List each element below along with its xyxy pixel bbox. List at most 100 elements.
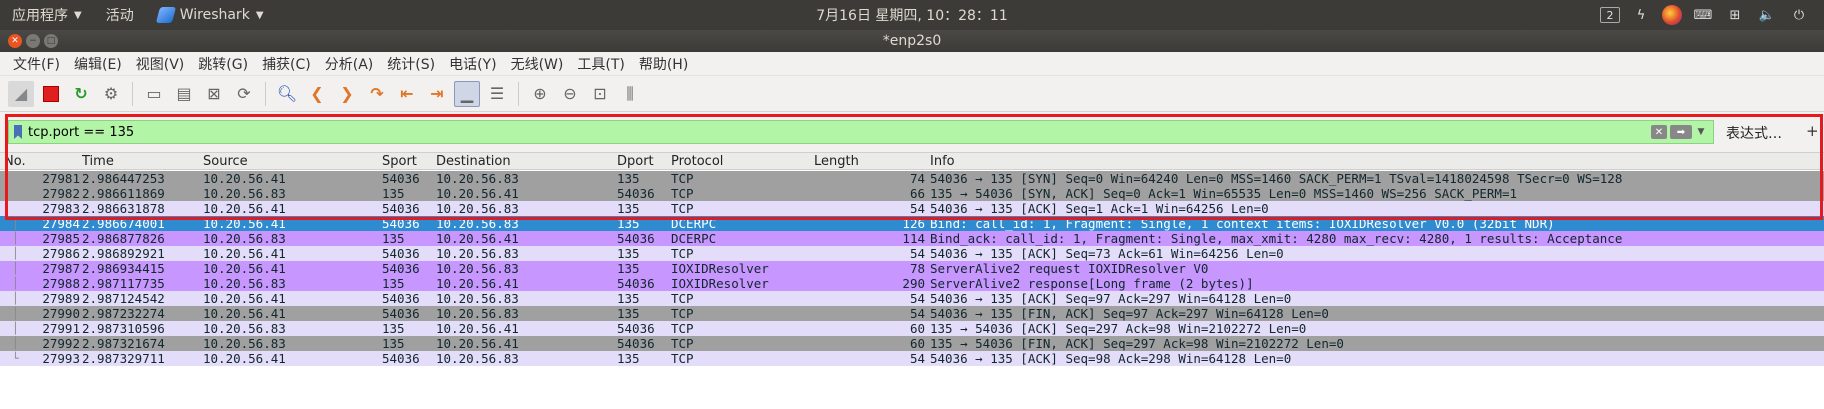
app-menu[interactable]: Wireshark ▼ bbox=[146, 0, 276, 30]
menu-view[interactable]: 视图(V) bbox=[129, 54, 192, 74]
packet-dport: 135 bbox=[617, 306, 640, 321]
go-to-packet-button[interactable]: ↷ bbox=[364, 81, 390, 107]
colorize-button[interactable]: ☰ bbox=[484, 81, 510, 107]
activities-button[interactable]: 活动 bbox=[94, 0, 146, 30]
table-row[interactable]: │ 27990 2.987232274 10.20.56.41 54036 10.20.5… bbox=[0, 306, 1824, 321]
menu-help[interactable]: 帮助(H) bbox=[632, 54, 695, 74]
packet-sport: 54036 bbox=[382, 201, 420, 216]
keyboard-icon[interactable]: ⌨ bbox=[1692, 6, 1714, 24]
menu-bar: 文件(F) 编辑(E) 视图(V) 跳转(G) 捕获(C) 分析(A) 统计(S… bbox=[0, 52, 1824, 76]
menu-edit[interactable]: 编辑(E) bbox=[67, 54, 129, 74]
table-row[interactable]: │ 27988 2.987117735 10.20.56.83 135 10.20.56.… bbox=[0, 276, 1824, 291]
table-row[interactable]: 27983 2.986631878 10.20.56.41 54036 10.20.56… bbox=[0, 201, 1824, 216]
find-packet-button[interactable]: 🔍︎ bbox=[274, 81, 300, 107]
resize-columns-button[interactable]: ⫼ bbox=[617, 81, 643, 107]
menu-statistics[interactable]: 统计(S) bbox=[380, 54, 442, 74]
column-header-protocol[interactable]: Protocol bbox=[671, 154, 723, 169]
packet-sport: 135 bbox=[382, 276, 405, 291]
clear-filter-icon[interactable]: ✕ bbox=[1651, 125, 1667, 139]
applications-menu[interactable]: 应用程序 ▼ bbox=[0, 0, 94, 30]
table-row[interactable]: 27981 2.986447253 10.20.56.41 54036 10.20.56… bbox=[0, 171, 1824, 186]
indicator-icon[interactable]: ϟ bbox=[1630, 6, 1652, 24]
packet-destination: 10.20.56.83 bbox=[436, 306, 519, 321]
restart-capture-button[interactable]: ↻ bbox=[68, 81, 94, 107]
toolbar-separator bbox=[518, 81, 519, 106]
stop-capture-button[interactable] bbox=[38, 81, 64, 107]
packet-length: 54 bbox=[909, 201, 925, 216]
display-filter-text[interactable]: tcp.port == 135 bbox=[28, 125, 1651, 140]
packet-info: Bind: call_id: 1, Fragment: Single, 1 co… bbox=[930, 216, 1555, 231]
reload-file-button[interactable]: ⟳ bbox=[231, 81, 257, 107]
packet-protocol: TCP bbox=[671, 186, 694, 201]
packet-protocol: IOXIDResolver bbox=[671, 276, 769, 291]
packet-number: 27993 bbox=[42, 351, 80, 366]
packet-source: 10.20.56.83 bbox=[203, 186, 286, 201]
table-row[interactable]: │ 27989 2.987124542 10.20.56.41 54036 10.20.5… bbox=[0, 291, 1824, 306]
apply-filter-icon[interactable]: ➡ bbox=[1670, 125, 1692, 139]
packet-length: 74 bbox=[909, 171, 925, 186]
column-header-destination[interactable]: Destination bbox=[436, 154, 511, 169]
go-last-button[interactable]: ⇥ bbox=[424, 81, 450, 107]
toolbar-separator bbox=[132, 81, 133, 106]
chevron-down-icon[interactable]: ▼ bbox=[1695, 125, 1707, 139]
packet-dport: 135 bbox=[617, 201, 640, 216]
column-header-dport[interactable]: Dport bbox=[617, 154, 654, 169]
packet-info: ServerAlive2 response[Long frame (2 byte… bbox=[930, 276, 1254, 291]
column-header-no[interactable]: No. bbox=[4, 154, 26, 169]
volume-icon[interactable]: 🔈 bbox=[1756, 6, 1778, 24]
column-header-info[interactable]: Info bbox=[930, 154, 955, 169]
packet-list[interactable]: No. Time Source Sport Destination Dport … bbox=[0, 152, 1824, 409]
display-filter-input[interactable]: tcp.port == 135 ✕ ➡ ▼ bbox=[8, 120, 1714, 144]
packet-length: 54 bbox=[909, 291, 925, 306]
save-file-button[interactable]: ▤ bbox=[171, 81, 197, 107]
column-header-time[interactable]: Time bbox=[82, 154, 114, 169]
power-icon[interactable]: ⏻ bbox=[1788, 6, 1810, 24]
table-row[interactable]: │ 27984 2.986674001 10.20.56.41 54036 10.20.5… bbox=[0, 216, 1824, 231]
menu-analyze[interactable]: 分析(A) bbox=[318, 54, 381, 74]
menu-wireless[interactable]: 无线(W) bbox=[504, 54, 571, 74]
close-file-button[interactable]: ⊠ bbox=[201, 81, 227, 107]
table-row[interactable]: └ 27993 2.987329711 10.20.56.41 54036 10.20.5… bbox=[0, 351, 1824, 366]
packet-time: 2.987232274 bbox=[82, 306, 165, 321]
column-header-length[interactable]: Length bbox=[814, 154, 859, 169]
table-row[interactable]: │ 27991 2.987310596 10.20.56.83 135 10.20.56.… bbox=[0, 321, 1824, 336]
start-capture-fin-icon[interactable]: ◢ bbox=[8, 80, 34, 107]
menu-go[interactable]: 跳转(G) bbox=[191, 54, 255, 74]
menu-telephony[interactable]: 电话(Y) bbox=[442, 54, 503, 74]
go-previous-button[interactable]: ❮ bbox=[304, 81, 330, 107]
go-next-button[interactable]: ❯ bbox=[334, 81, 360, 107]
network-icon[interactable]: ⊞ bbox=[1724, 6, 1746, 24]
table-row[interactable]: │ 27987 2.986934415 10.20.56.41 54036 10.20.5… bbox=[0, 261, 1824, 276]
packet-dport: 54036 bbox=[617, 321, 655, 336]
packet-source: 10.20.56.41 bbox=[203, 246, 286, 261]
zoom-out-button[interactable]: ⊖ bbox=[557, 81, 583, 107]
firefox-icon[interactable] bbox=[1662, 5, 1682, 25]
go-first-button[interactable]: ⇤ bbox=[394, 81, 420, 107]
menu-file[interactable]: 文件(F) bbox=[6, 54, 67, 74]
table-row[interactable]: 27982 2.986611869 10.20.56.83 135 10.20.56.4… bbox=[0, 186, 1824, 201]
packet-source: 10.20.56.83 bbox=[203, 231, 286, 246]
column-header-sport[interactable]: Sport bbox=[382, 154, 417, 169]
packet-number: 27983 bbox=[42, 201, 80, 216]
column-header-source[interactable]: Source bbox=[203, 154, 248, 169]
packet-protocol: TCP bbox=[671, 306, 694, 321]
add-filter-button[interactable]: + bbox=[1806, 122, 1819, 140]
open-file-button[interactable]: ▭ bbox=[141, 81, 167, 107]
packet-protocol: DCERPC bbox=[671, 231, 717, 246]
capture-options-button[interactable]: ⚙ bbox=[98, 81, 124, 107]
zoom-normal-button[interactable]: ⊡ bbox=[587, 81, 613, 107]
packet-number: 27985 bbox=[42, 231, 80, 246]
auto-scroll-button[interactable]: ▁ bbox=[454, 80, 480, 107]
packet-sport: 135 bbox=[382, 336, 405, 351]
workspace-indicator[interactable]: 2 bbox=[1600, 7, 1620, 23]
zoom-in-button[interactable]: ⊕ bbox=[527, 81, 553, 107]
table-row[interactable]: │ 27985 2.986877826 10.20.56.83 135 10.20.56.… bbox=[0, 231, 1824, 246]
menu-tools[interactable]: 工具(T) bbox=[570, 54, 631, 74]
packet-info: 54036 → 135 [ACK] Seq=1 Ack=1 Win=64256 … bbox=[930, 201, 1269, 216]
table-row[interactable]: │ 27986 2.986892921 10.20.56.41 54036 10.20.5… bbox=[0, 246, 1824, 261]
bookmark-icon[interactable] bbox=[14, 125, 22, 139]
table-row[interactable]: │ 27992 2.987321674 10.20.56.83 135 10.20.56.… bbox=[0, 336, 1824, 351]
packet-protocol: DCERPC bbox=[671, 216, 717, 231]
menu-capture[interactable]: 捕获(C) bbox=[255, 54, 318, 74]
expression-button[interactable]: 表达式… bbox=[1726, 123, 1782, 143]
